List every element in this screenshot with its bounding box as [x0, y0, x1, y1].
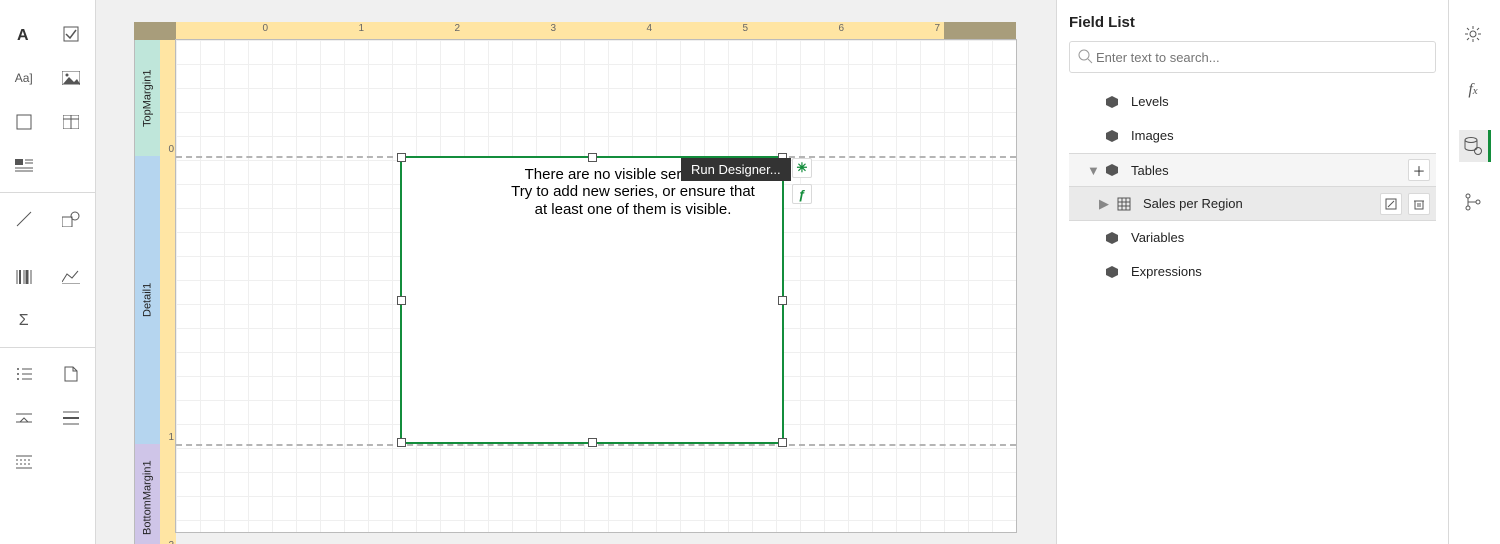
checkbox-tool[interactable] [48, 12, 96, 56]
data-binding-smart-tag[interactable]: ƒ [792, 184, 812, 204]
resize-handle[interactable] [778, 296, 787, 305]
top-margin-band[interactable]: TopMargin1 [134, 40, 160, 156]
vertical-ruler[interactable]: 012 [160, 40, 176, 532]
barcode-tool[interactable] [0, 255, 48, 299]
grid-icon [1117, 197, 1133, 211]
sales-per-region-table[interactable]: ▶Sales per Region [1069, 187, 1436, 221]
field-list-title: Field List [1069, 14, 1436, 31]
horizontal-ruler[interactable]: 01234567 [176, 22, 1016, 40]
cube-icon [1105, 231, 1121, 245]
data-rail[interactable] [1459, 130, 1491, 162]
ruler-tick: 2 [368, 22, 464, 40]
resize-handle[interactable] [588, 153, 597, 162]
aggregate-tool[interactable]: Σ [0, 299, 48, 343]
label-tool[interactable]: Aa] [0, 56, 48, 100]
ruler-tick: 0 [176, 22, 272, 40]
cube-icon [1105, 163, 1121, 177]
field-list-panel: Field List LevelsImages▼Tables＋▶Sales pe… [1056, 0, 1448, 544]
pagebreak-center-tool[interactable] [48, 396, 96, 440]
shape-tool[interactable] [48, 197, 96, 241]
chevron-right-icon: ▶ [1099, 196, 1113, 212]
variables-group[interactable]: Variables [1069, 221, 1436, 255]
band-labels: TopMargin1Detail1BottomMargin1 [134, 40, 160, 532]
resize-handle[interactable] [588, 438, 597, 447]
ruler-tick: 4 [560, 22, 656, 40]
properties-rail[interactable] [1459, 18, 1491, 50]
run-designer-smart-tag[interactable]: ✳ [792, 158, 812, 178]
field-search[interactable] [1069, 41, 1436, 73]
toolbox: A Aa] Σ [0, 0, 96, 544]
picture-tool[interactable] [48, 56, 96, 100]
list-tool[interactable] [0, 352, 48, 396]
chevron-down-icon: ▼ [1087, 163, 1101, 178]
resize-handle[interactable] [397, 153, 406, 162]
ruler-margin-right [944, 22, 1016, 40]
ruler-tick: 3 [464, 22, 560, 40]
chart-tool[interactable] [48, 255, 96, 299]
cube-icon [1105, 265, 1121, 279]
selected-chart[interactable]: There are no visible series in theTry to… [400, 156, 784, 444]
ruler-tick: 1 [272, 22, 368, 40]
expressions-rail[interactable]: fx [1459, 74, 1491, 106]
ruler-corner [134, 22, 176, 40]
page-tool[interactable] [48, 352, 96, 396]
crossband-tool[interactable] [0, 440, 48, 484]
edit-table-button[interactable] [1380, 193, 1402, 215]
run-designer-tooltip: Run Designer... [681, 158, 791, 181]
detail-band[interactable]: Detail1 [134, 156, 160, 444]
levels-group[interactable]: Levels [1069, 85, 1436, 119]
richtext-tool[interactable] [0, 144, 48, 188]
cube-icon [1105, 95, 1121, 109]
right-rail: fx [1448, 0, 1500, 544]
panel-tool[interactable] [0, 100, 48, 144]
ruler-tick: 7 [848, 22, 944, 40]
ruler-tick: 5 [656, 22, 752, 40]
design-canvas: 01234567 TopMargin1Detail1BottomMargin1 … [96, 0, 1056, 544]
resize-handle[interactable] [397, 438, 406, 447]
expressions-group[interactable]: Expressions [1069, 255, 1436, 289]
cube-icon [1105, 129, 1121, 143]
field-search-input[interactable] [1094, 49, 1427, 66]
add-table-button[interactable]: ＋ [1408, 159, 1430, 181]
images-group[interactable]: Images [1069, 119, 1436, 153]
search-icon [1078, 49, 1094, 65]
pagebreak-top-tool[interactable] [0, 396, 48, 440]
report-explorer-rail[interactable] [1459, 186, 1491, 218]
resize-handle[interactable] [778, 438, 787, 447]
resize-handle[interactable] [397, 296, 406, 305]
delete-table-button[interactable] [1408, 193, 1430, 215]
tables-group[interactable]: ▼Tables＋ [1069, 153, 1436, 187]
line-tool[interactable] [0, 197, 48, 241]
text-bold-tool[interactable]: A [0, 12, 48, 56]
ruler-tick: 6 [752, 22, 848, 40]
design-surface[interactable]: There are no visible series in theTry to… [176, 40, 1016, 532]
svg-text:A: A [17, 27, 29, 43]
bottom-margin-band[interactable]: BottomMargin1 [134, 444, 160, 544]
table-tool[interactable] [48, 100, 96, 144]
